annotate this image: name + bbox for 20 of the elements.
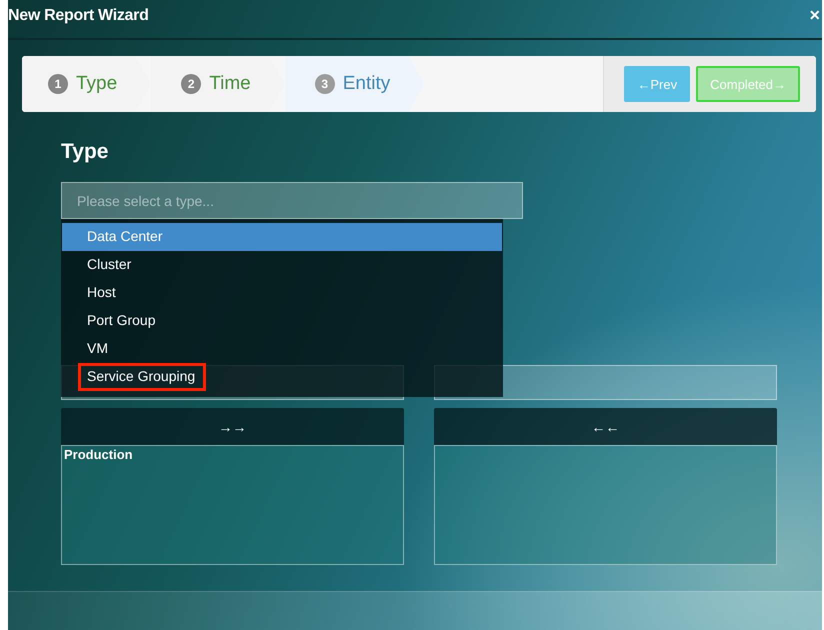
dropdown-option[interactable]: VM [62, 335, 502, 363]
step-number: 3 [314, 74, 335, 94]
dropdown-option[interactable]: Cluster [62, 251, 502, 279]
window-title: New Report Wizard [8, 6, 149, 25]
dropdown-option[interactable]: Service Grouping [62, 363, 502, 391]
list-item[interactable]: Production [62, 446, 135, 463]
move-button[interactable]: →→ [61, 408, 404, 445]
dropdown-option[interactable]: Port Group [62, 307, 502, 335]
dropdown-option[interactable]: Host [62, 279, 502, 307]
step-number: 1 [48, 74, 68, 94]
dropdown-option[interactable]: Data Center [62, 223, 502, 251]
section-heading: Type [61, 140, 110, 164]
step-number: 2 [181, 74, 202, 94]
filter-field[interactable] [434, 365, 777, 400]
close-button[interactable]: × [809, 0, 820, 24]
step-label: Entity [342, 73, 390, 95]
move-button[interactable]: ←← [434, 408, 777, 445]
step-label: Type [76, 73, 118, 95]
wizard-step[interactable]: 3 Entity [284, 56, 424, 112]
step-label: Time [209, 73, 251, 95]
